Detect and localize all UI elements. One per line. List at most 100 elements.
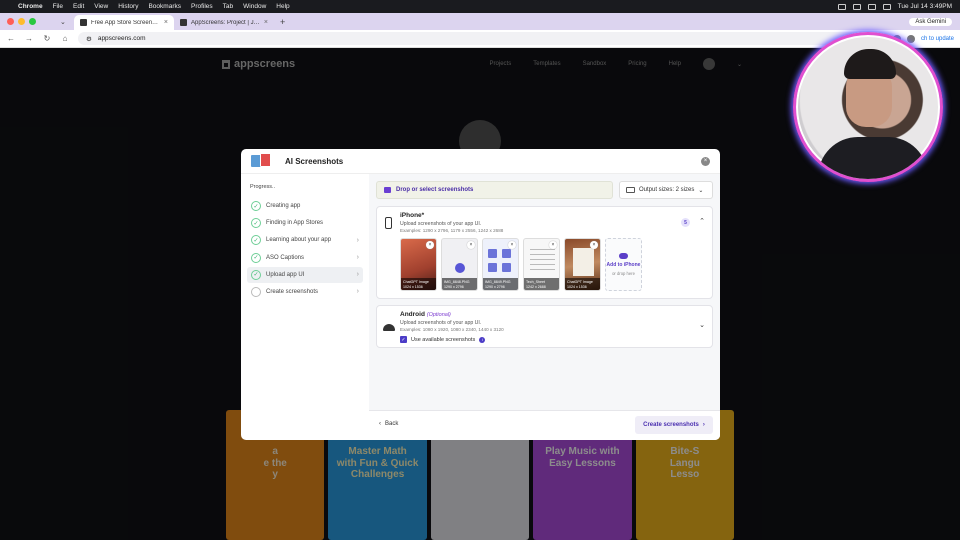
screenshot-thumbnail[interactable]: × IMG_8848.PNG 1290 x 2796: [441, 238, 478, 291]
remove-thumbnail-icon[interactable]: ×: [467, 241, 475, 249]
remove-thumbnail-icon[interactable]: ×: [426, 241, 434, 249]
chevron-right-icon: ›: [356, 271, 359, 279]
check-icon: ✓: [251, 218, 261, 229]
step-create-screenshots[interactable]: ✓ Create screenshots ›: [247, 284, 363, 300]
step-finding-app-stores[interactable]: ✓ Finding in App Stores: [247, 215, 363, 231]
chevron-left-icon: ‹: [379, 421, 381, 427]
chevron-right-icon: ›: [356, 236, 359, 244]
screenshot-thumbnail[interactable]: × ChatGPT Image 1024 x 1536: [564, 238, 601, 291]
thumbnail-caption: ChatGPT Image 1024 x 1536: [565, 278, 600, 290]
output-sizes-dropdown[interactable]: Output sizes: 2 sizes ⌄: [619, 181, 713, 199]
macos-menubar: Chrome File Edit View History Bookmarks …: [0, 0, 960, 13]
menubar-item-profiles[interactable]: Profiles: [191, 3, 213, 10]
modal-close-button[interactable]: ×: [701, 156, 710, 166]
menubar-item-window[interactable]: Window: [243, 3, 266, 10]
remove-thumbnail-icon[interactable]: ×: [508, 241, 516, 249]
home-icon[interactable]: ⌂: [60, 34, 70, 43]
screenshot-count-badge: 5: [681, 218, 690, 227]
thumbnail-preview: [488, 263, 497, 272]
site-info-icon[interactable]: ⚙: [86, 35, 92, 43]
back-button[interactable]: ‹ Back: [379, 421, 398, 427]
ai-screenshots-icon: [251, 153, 273, 169]
add-to-iphone-dropzone[interactable]: Add to iPhone or drop here: [605, 238, 642, 291]
iphone-thumbnail-list: × ChatGPT Image 1024 x 1536 × IMG_8848.P…: [400, 238, 642, 291]
remove-thumbnail-icon[interactable]: ×: [590, 241, 598, 249]
thumbnail-preview: [530, 254, 555, 255]
step-upload-app-ui[interactable]: ✓ Upload app UI ›: [247, 266, 363, 283]
iphone-icon: [385, 217, 392, 229]
android-description: Upload screenshots of your app UI.: [400, 320, 482, 326]
chevron-up-icon[interactable]: ⌃: [699, 217, 705, 225]
reload-icon[interactable]: ↻: [42, 34, 52, 43]
back-arrow-icon[interactable]: ←: [6, 34, 16, 43]
modal-title: AI Screenshots: [285, 156, 344, 166]
tab-close-icon[interactable]: ×: [264, 19, 268, 26]
menubar-status-area: Tue Jul 14 3:49PM: [837, 3, 952, 10]
battery-icon[interactable]: [882, 3, 891, 10]
modal-footer: ‹ Back Create screenshots ›: [369, 410, 720, 440]
output-sizes-label: Output sizes: 2 sizes: [639, 187, 695, 193]
close-window-button[interactable]: [7, 18, 14, 25]
android-examples: Examples: 1080 x 1920, 1080 x 2340, 1440…: [400, 327, 504, 332]
thumbnail-preview: [502, 249, 511, 258]
ask-gemini-button[interactable]: Ask Gemini: [909, 17, 952, 26]
progress-panel: Progress.. ✓ Creating app ✓ Finding in A…: [241, 174, 369, 440]
create-screenshots-button[interactable]: Create screenshots ›: [635, 416, 713, 434]
remove-thumbnail-icon[interactable]: ×: [549, 241, 557, 249]
browser-tab[interactable]: AppScreens: Project | JPG to ×: [174, 15, 274, 30]
control-center-icon[interactable]: [852, 3, 861, 10]
check-icon: ✓: [251, 252, 261, 263]
check-icon: ✓: [251, 201, 261, 211]
webcam-person: [818, 137, 928, 179]
url-text: appscreens.com: [97, 35, 146, 42]
thumbnail-preview: [573, 248, 594, 276]
menubar-app-name[interactable]: Chrome: [18, 3, 43, 10]
browser-toolbar: ← → ↻ ⌂ ⚙ appscreens.com ☆ ch to update: [0, 30, 960, 48]
update-chrome-button[interactable]: ch to update: [921, 36, 954, 42]
tab-close-icon[interactable]: ×: [164, 19, 168, 26]
iphone-upload-card: iPhone* Upload screenshots of your app U…: [376, 206, 713, 299]
step-creating-app[interactable]: ✓ Creating app: [247, 198, 363, 214]
menubar-item-help[interactable]: Help: [276, 3, 289, 10]
tab-title: AppScreens: Project | JPG to: [191, 19, 260, 26]
step-label: Creating app: [266, 203, 301, 209]
iphone-description: Upload screenshots of your app UI.: [400, 221, 482, 227]
fullscreen-window-button[interactable]: [29, 18, 36, 25]
chevron-down-icon[interactable]: ⌄: [699, 321, 705, 329]
use-available-checkbox[interactable]: ✓: [400, 336, 407, 343]
forward-arrow-icon[interactable]: →: [24, 34, 34, 43]
menubar-item-bookmarks[interactable]: Bookmarks: [148, 3, 181, 10]
new-tab-button[interactable]: +: [274, 17, 285, 27]
drop-label: Drop or select screenshots: [396, 187, 474, 193]
image-upload-icon: [384, 187, 391, 193]
menubar-item-edit[interactable]: Edit: [73, 3, 84, 10]
step-learning-app[interactable]: ✓ Learning about your app ›: [247, 232, 363, 248]
wifi-icon[interactable]: [867, 3, 876, 10]
drop-here-label: or drop here: [612, 271, 635, 277]
address-bar[interactable]: ⚙ appscreens.com ☆: [78, 32, 857, 45]
screenshot-thumbnail[interactable]: × ChatGPT Image 1024 x 1536: [400, 238, 437, 291]
tab-search-chevron-icon[interactable]: ⌄: [60, 18, 74, 26]
use-available-screenshots-option[interactable]: ✓ Use available screenshots i: [400, 336, 486, 343]
cloud-upload-icon: [619, 252, 628, 259]
step-aso-captions[interactable]: ✓ ASO Captions ›: [247, 250, 363, 266]
drop-select-screenshots-button[interactable]: Drop or select screenshots: [376, 181, 613, 199]
screen-record-icon[interactable]: [837, 3, 846, 10]
screenshot-thumbnail[interactable]: × Tech_Sheet 1242 x 2688: [523, 238, 560, 291]
browser-tab-active[interactable]: Free App Store Screenshot G ×: [74, 15, 174, 30]
modal-header: AI Screenshots ×: [241, 149, 720, 174]
step-label: Learning about your app: [266, 237, 332, 244]
minimize-window-button[interactable]: [18, 18, 25, 25]
devices-icon: [626, 187, 635, 193]
menubar-item-file[interactable]: File: [53, 3, 63, 10]
thumbnail-preview: [530, 269, 555, 270]
back-label: Back: [385, 421, 399, 427]
menubar-item-history[interactable]: History: [118, 3, 138, 10]
extension-icon[interactable]: [906, 34, 915, 43]
window-controls: [0, 18, 60, 25]
screenshot-thumbnail[interactable]: × IMG_8849.PNG 1290 x 2796: [482, 238, 519, 291]
menubar-item-tab[interactable]: Tab: [223, 3, 233, 10]
info-icon[interactable]: i: [479, 336, 486, 343]
menubar-item-view[interactable]: View: [94, 3, 108, 10]
menubar-datetime[interactable]: Tue Jul 14 3:49PM: [898, 3, 952, 10]
